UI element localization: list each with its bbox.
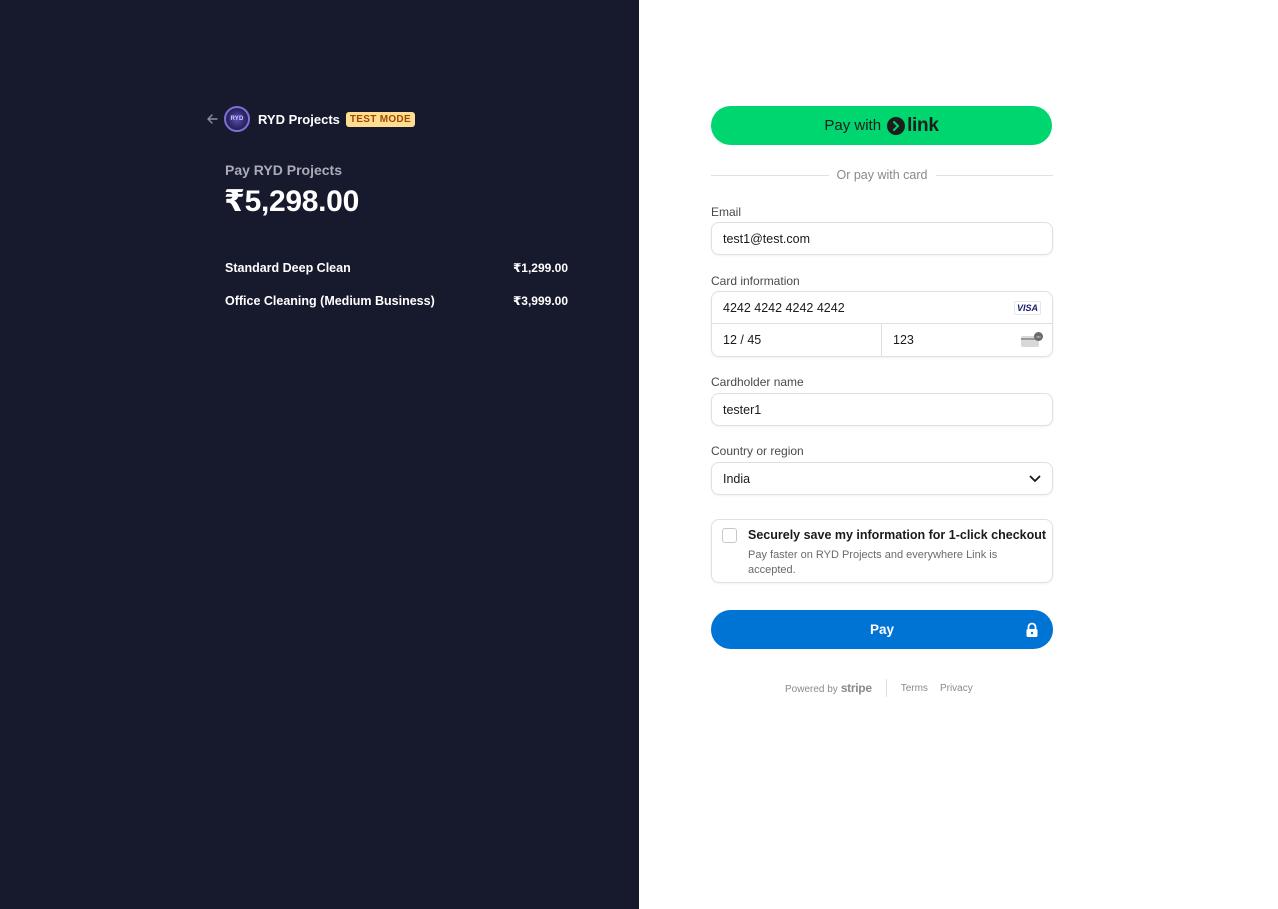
email-value: test1@test.com [723, 231, 811, 246]
card-expiry-value: 12 / 45 [723, 333, 762, 347]
save-info-title: Securely save my information for 1-click… [748, 528, 1047, 542]
cvc-card-icon: ••• [1021, 331, 1043, 347]
visa-icon: VISA [1013, 300, 1041, 315]
link-logo: link [887, 115, 939, 137]
chevron-down-icon [1029, 475, 1041, 482]
country-select[interactable]: India [711, 462, 1053, 495]
pay-with-link-button[interactable]: Pay with link [711, 106, 1052, 145]
pay-button[interactable]: Pay [711, 610, 1053, 649]
card-number-value: 4242 4242 4242 4242 [723, 300, 845, 315]
line-item: Office Cleaning (Medium Business) ₹3,999… [225, 294, 568, 308]
merchant-header: RYD RYD Projects TEST MODE [204, 105, 415, 133]
card-info-group: 4242 4242 4242 4242 VISA 12 / 45 123 ••• [711, 291, 1053, 357]
powered-by-stripe[interactable]: Powered by stripe [785, 681, 872, 695]
back-arrow-icon[interactable] [204, 111, 220, 127]
line-item-price: ₹3,999.00 [512, 294, 568, 308]
cardholder-value: tester1 [723, 402, 762, 417]
email-label: Email [711, 205, 742, 219]
link-brand-text: link [907, 114, 939, 136]
country-label: Country or region [711, 444, 804, 458]
cardholder-name-field[interactable]: tester1 [711, 393, 1053, 426]
merchant-logo-text: RYD [230, 116, 244, 122]
pay-with-label: Pay with [824, 117, 882, 134]
merchant-name: RYD Projects [258, 111, 340, 127]
card-cvc-field[interactable]: 123 ••• [882, 324, 1052, 356]
country-value: India [723, 471, 751, 486]
divider-text: Or pay with card [836, 168, 928, 182]
line-item-name: Standard Deep Clean [225, 261, 351, 275]
line-item-price: ₹1,299.00 [512, 261, 568, 275]
test-mode-badge: TEST MODE [345, 111, 415, 127]
lock-icon [1026, 622, 1038, 637]
privacy-link[interactable]: Privacy [940, 683, 973, 694]
total-amount: ₹5,298.00 [224, 185, 359, 218]
card-info-label: Card information [711, 274, 800, 288]
or-divider: Or pay with card [711, 166, 1054, 184]
save-info-box: Securely save my information for 1-click… [711, 519, 1053, 583]
card-number-field[interactable]: 4242 4242 4242 4242 VISA [712, 292, 1052, 324]
powered-by-text: Powered by [785, 684, 838, 695]
link-chevron-icon [887, 116, 906, 135]
order-summary-panel: RYD RYD Projects TEST MODE Pay RYD Proje… [0, 0, 639, 909]
save-info-checkbox[interactable] [722, 528, 737, 543]
pay-button-label: Pay [869, 622, 895, 637]
line-item: Standard Deep Clean ₹1,299.00 [225, 261, 568, 275]
card-cvc-value: 123 [893, 333, 914, 347]
email-field[interactable]: test1@test.com [711, 222, 1053, 255]
pay-merchant-label: Pay RYD Projects [225, 162, 342, 178]
terms-link[interactable]: Terms [901, 683, 928, 694]
stripe-logo: stripe [840, 681, 872, 695]
merchant-logo: RYD [224, 106, 250, 132]
card-expiry-field[interactable]: 12 / 45 [712, 324, 882, 356]
save-info-subtitle: Pay faster on RYD Projects and everywher… [748, 549, 998, 576]
footer-divider [885, 679, 887, 697]
footer: Powered by stripe Terms Privacy [785, 679, 973, 697]
cardholder-label: Cardholder name [711, 375, 804, 389]
line-item-name: Office Cleaning (Medium Business) [225, 294, 435, 308]
